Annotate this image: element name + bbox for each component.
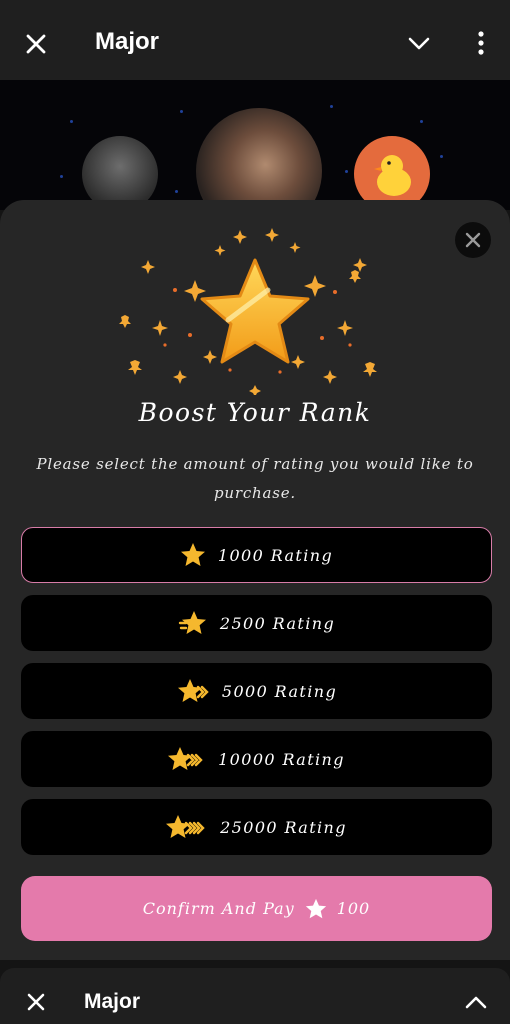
star-double-icon xyxy=(178,611,206,634)
top-app-bar: Major xyxy=(0,0,510,80)
avatar-center[interactable] xyxy=(196,108,322,210)
avatar-right[interactable] xyxy=(354,136,430,210)
avatar-left[interactable] xyxy=(82,136,158,210)
option-label: 5000 Rating xyxy=(221,681,338,701)
star-triple-icon xyxy=(177,679,209,702)
star-quad-icon xyxy=(168,747,203,770)
chevron-down-icon[interactable] xyxy=(405,30,433,58)
rating-option-10000[interactable]: 10000 Rating xyxy=(21,731,492,787)
option-label: 10000 Rating xyxy=(218,749,345,769)
mini-bar-title: Major xyxy=(84,990,141,1013)
rating-option-1000[interactable]: 1000 Rating xyxy=(21,527,492,583)
app-title: Major xyxy=(95,28,160,55)
confirm-amount: 100 xyxy=(336,899,371,918)
option-label: 25000 Rating xyxy=(220,817,347,837)
close-icon[interactable] xyxy=(24,990,48,1014)
rating-option-2500[interactable]: 2500 Rating xyxy=(21,595,492,651)
option-label: 1000 Rating xyxy=(217,545,334,565)
close-icon xyxy=(465,232,481,248)
rating-option-5000[interactable]: 5000 Rating xyxy=(21,663,492,719)
confirm-label: Confirm And Pay xyxy=(142,899,295,918)
modal-subtitle: Please select the amount of rating you w… xyxy=(36,455,474,502)
profile-backdrop xyxy=(0,80,510,210)
confirm-pay-button[interactable]: Confirm And Pay 100 xyxy=(21,876,492,941)
more-vertical-icon[interactable] xyxy=(470,28,492,58)
modal-heading: Boost Your Rank xyxy=(138,398,372,427)
duck-icon xyxy=(374,155,411,196)
star-icon xyxy=(180,543,205,566)
close-icon[interactable] xyxy=(22,30,50,58)
bottom-mini-bar: Major xyxy=(0,968,510,1024)
modal-close-button[interactable] xyxy=(455,222,491,258)
option-label: 2500 Rating xyxy=(219,613,336,633)
star-icon xyxy=(305,898,326,918)
rating-option-25000[interactable]: 25000 Rating xyxy=(21,799,492,855)
star-quint-icon xyxy=(166,815,205,838)
star-icon xyxy=(119,228,377,395)
chevron-up-icon[interactable] xyxy=(462,990,490,1014)
